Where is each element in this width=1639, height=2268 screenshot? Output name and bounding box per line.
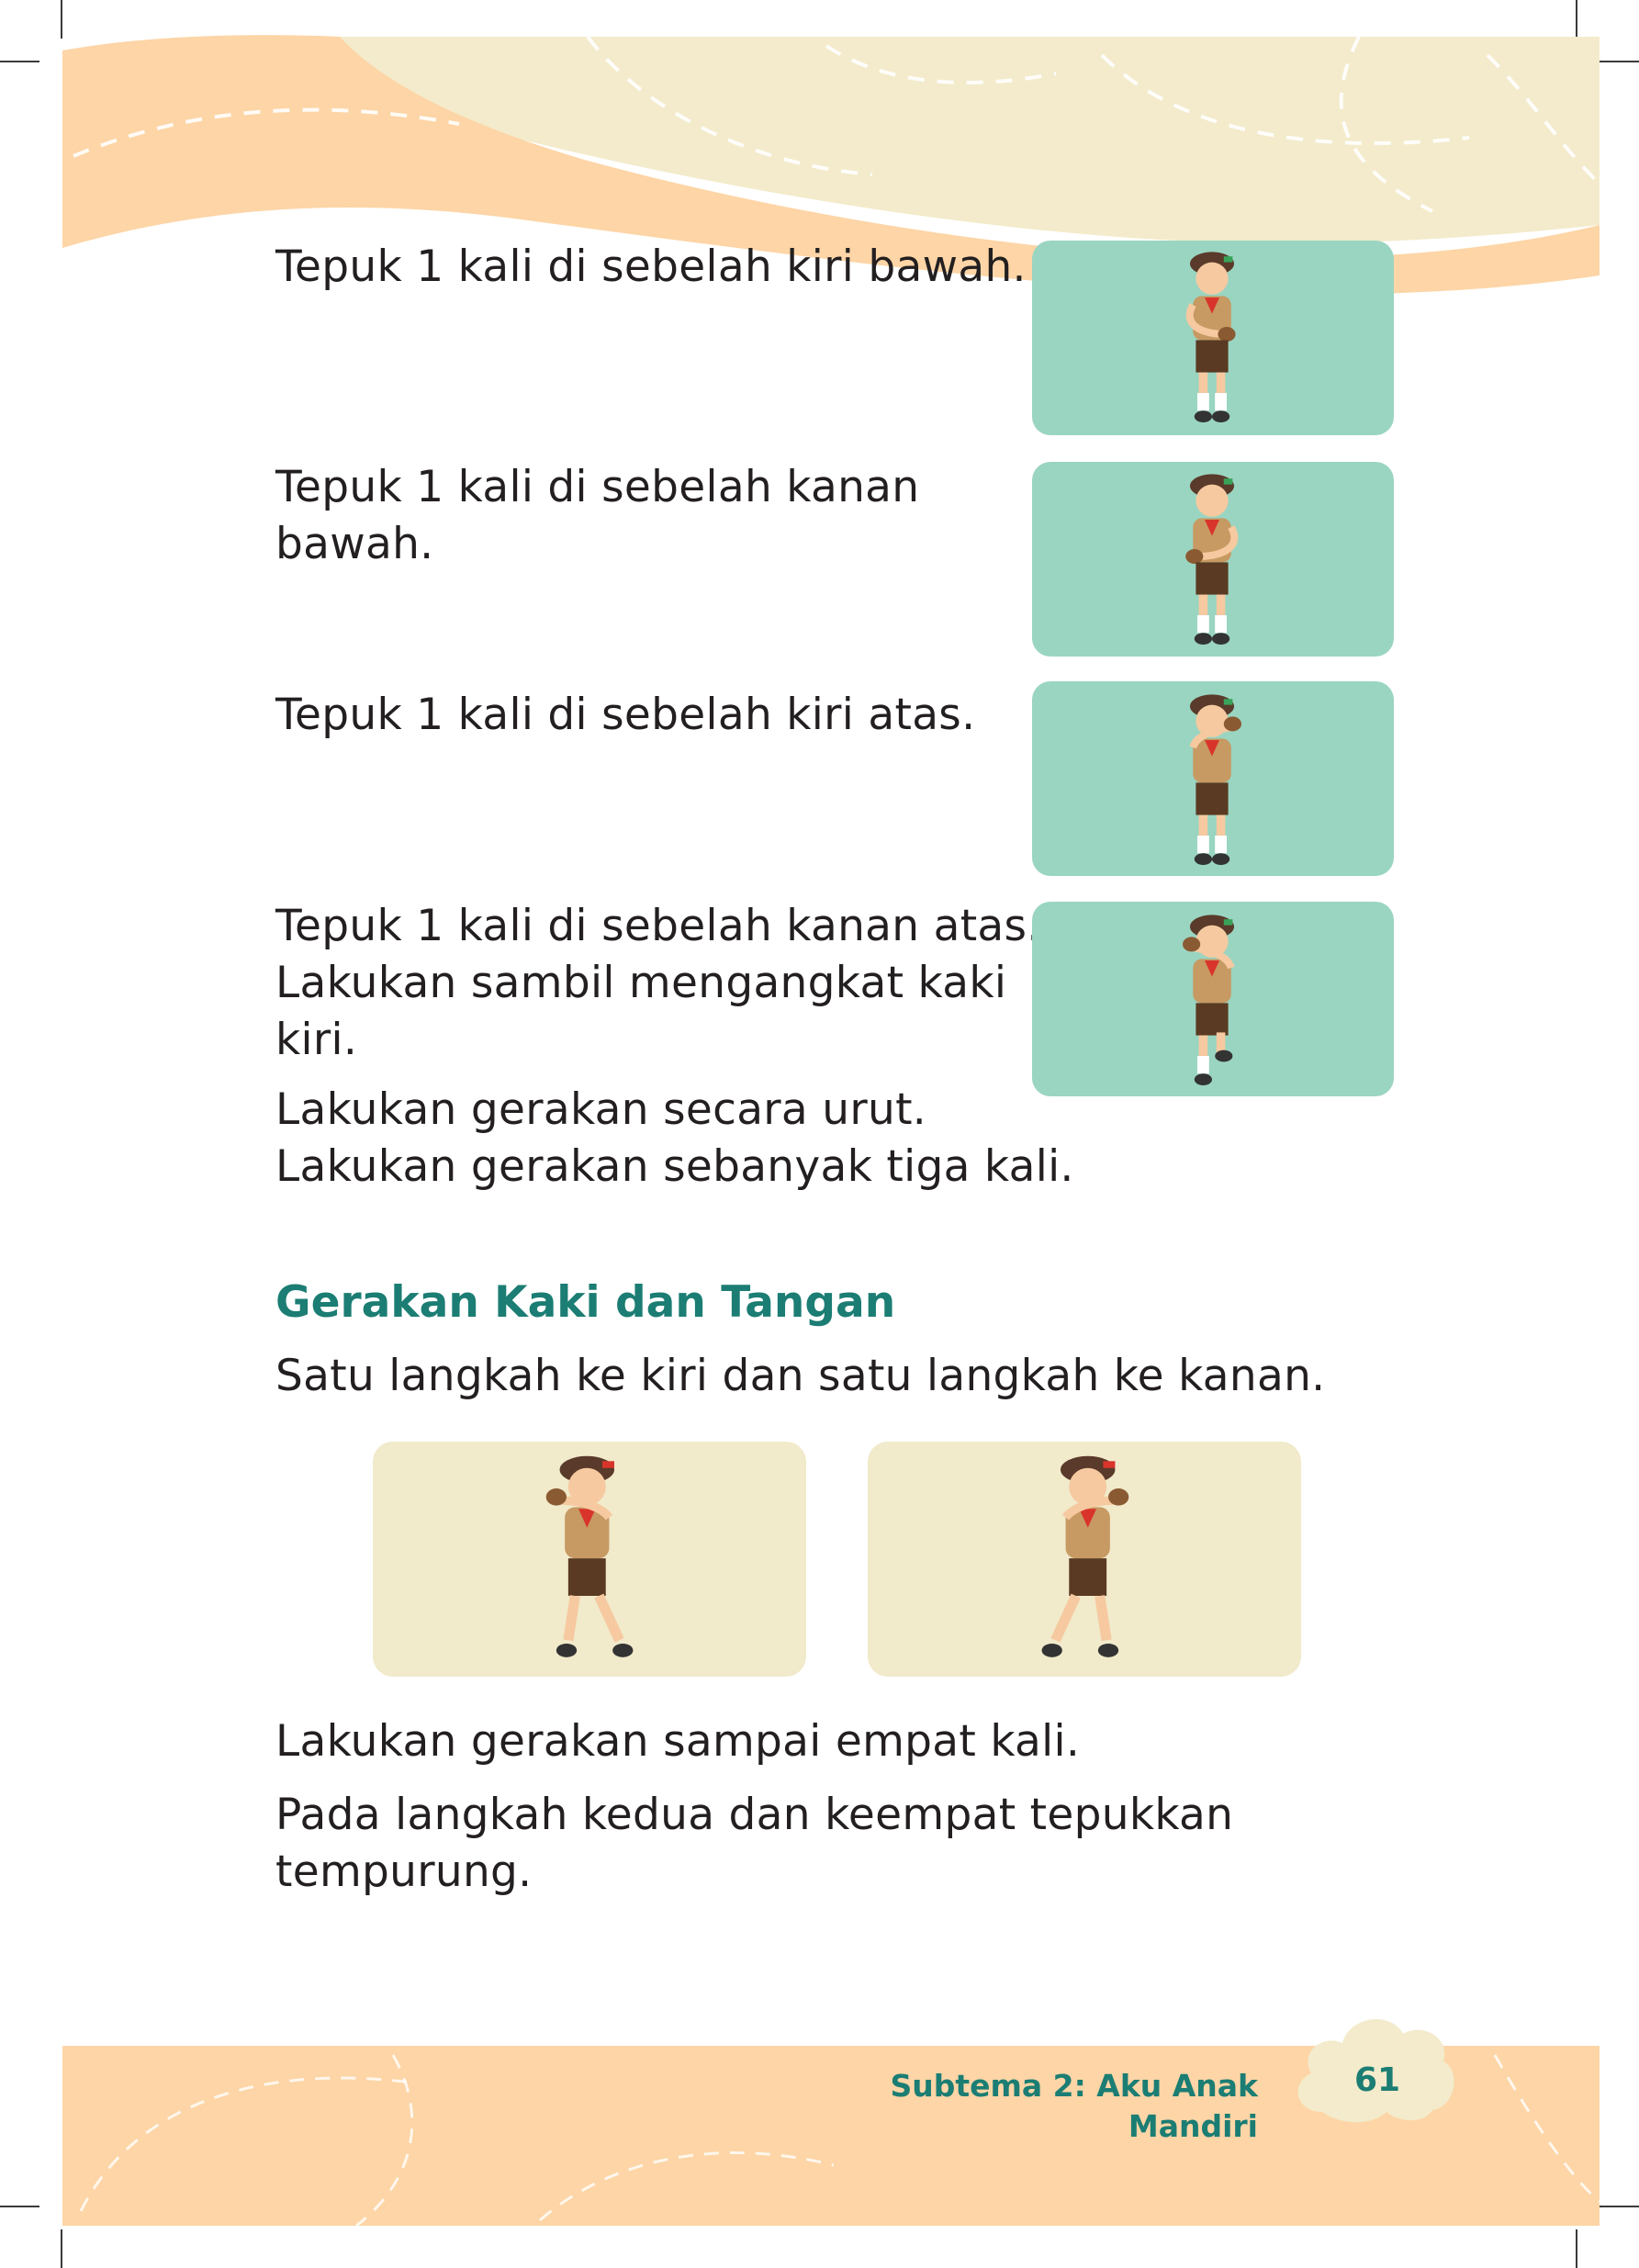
instructions: Lakukan gerakan secara urut. Lakukan ger…	[275, 1082, 1074, 1196]
step-1-text: Tepuk 1 kali di sebelah kiri bawah.	[275, 239, 1027, 296]
scout-step-right-image	[1041, 1455, 1129, 1657]
scout-step-left-image	[545, 1455, 634, 1657]
scout-clap-lower-left-image	[1185, 252, 1236, 422]
page-number: 61	[1353, 2061, 1401, 2099]
instruction-1: Lakukan gerakan secara urut.	[275, 1084, 927, 1135]
instruction-2: Lakukan gerakan sebanyak tiga kali.	[275, 1141, 1074, 1192]
footer-subtheme: Subtema 2: Aku Anak Mandiri	[890, 2068, 1258, 2144]
step-4-line-2: Lakukan sambil mengangkat kaki	[275, 958, 1007, 1008]
crop-mark	[1576, 2229, 1577, 2268]
closing-1: Lakukan gerakan sampai empat kali.	[275, 1716, 1081, 1767]
step-4-line-3: kiri.	[275, 1015, 358, 1065]
step-3-text: Tepuk 1 kali di sebelah kiri atas.	[275, 687, 975, 744]
step-4-line-1: Tepuk 1 kali di sebelah kanan atas.	[275, 901, 1041, 951]
step-3-line-1: Tepuk 1 kali di sebelah kiri atas.	[275, 690, 976, 740]
scout-clap-upper-left-image	[1189, 694, 1241, 865]
crop-mark	[0, 2206, 39, 2207]
step-2-line-2: bawah.	[275, 519, 434, 569]
closing-2-line-2: tempurung.	[275, 1847, 533, 1897]
closing-2-line-1: Pada langkah kedua dan keempat tepukkan	[275, 1790, 1234, 1840]
step-2-text: Tepuk 1 kali di sebelah kanan bawah.	[275, 459, 919, 573]
section-heading: Gerakan Kaki dan Tangan	[275, 1277, 896, 1328]
step-2-line-1: Tepuk 1 kali di sebelah kanan	[275, 462, 920, 512]
step-4-text: Tepuk 1 kali di sebelah kanan atas. Laku…	[275, 898, 1041, 1069]
crop-mark	[1600, 2206, 1639, 2207]
scout-clap-upper-right-raised-leg-image	[1183, 915, 1235, 1085]
scout-clap-lower-right-image	[1185, 474, 1239, 645]
step-1-line-1: Tepuk 1 kali di sebelah kiri bawah.	[275, 241, 1027, 292]
crop-mark	[61, 2229, 62, 2268]
section-intro: Satu langkah ke kiri dan satu langkah ke…	[275, 1351, 1326, 1401]
closing-2: Pada langkah kedua dan keempat tepukkan …	[275, 1787, 1233, 1901]
